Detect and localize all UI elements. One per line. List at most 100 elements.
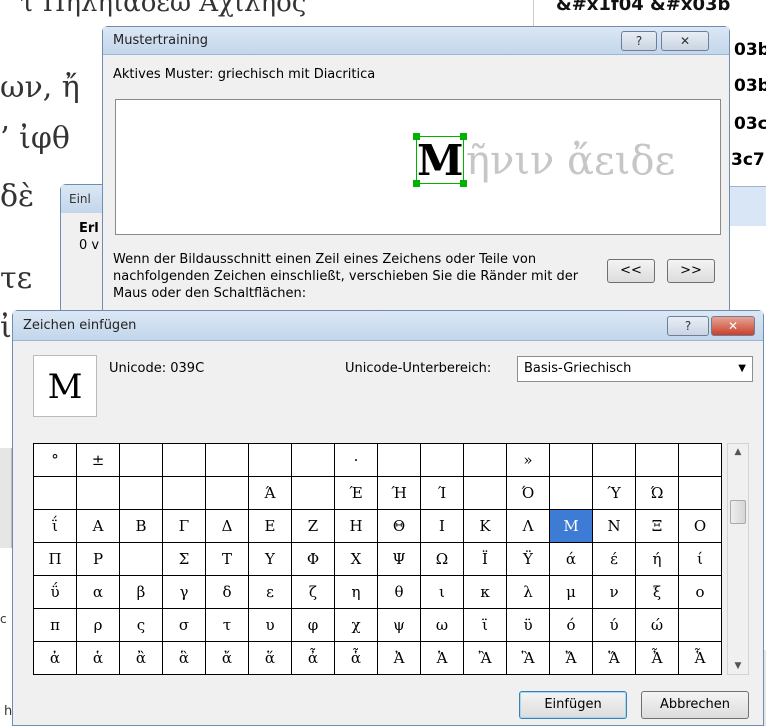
char-cell[interactable]: τ (205, 608, 249, 642)
char-cell[interactable]: ς (119, 608, 163, 642)
char-cell[interactable]: ἀ (33, 641, 77, 675)
char-cell[interactable]: Ο (678, 509, 722, 543)
insert-close-button[interactable]: ✕ (711, 316, 755, 336)
char-cell[interactable]: Ἅ (592, 641, 636, 675)
char-cell[interactable]: ώ (635, 608, 679, 642)
char-cell[interactable]: ἄ (205, 641, 249, 675)
char-cell[interactable]: Ύ (592, 476, 636, 510)
char-cell[interactable]: Ἇ (678, 641, 722, 675)
char-cell[interactable]: ϋ (506, 608, 550, 642)
char-cell[interactable] (291, 476, 335, 510)
char-cell[interactable] (33, 476, 77, 510)
char-cell[interactable]: Ν (592, 509, 636, 543)
char-cell[interactable]: · (334, 443, 378, 477)
char-cell[interactable]: ό (549, 608, 593, 642)
char-cell[interactable]: έ (592, 542, 636, 576)
char-cell[interactable]: χ (334, 608, 378, 642)
mustertraining-close-button[interactable]: ✕ (661, 31, 709, 51)
char-cell[interactable]: κ (463, 575, 507, 609)
char-cell[interactable] (205, 476, 249, 510)
char-cell[interactable]: γ (162, 575, 206, 609)
char-cell[interactable]: ύ (592, 608, 636, 642)
glyph-handle-tr[interactable] (460, 133, 467, 140)
char-cell[interactable] (119, 476, 163, 510)
char-cell[interactable]: ζ (291, 575, 335, 609)
char-cell[interactable]: ΰ (33, 575, 77, 609)
char-cell[interactable]: Υ (248, 542, 292, 576)
char-cell[interactable]: Ώ (635, 476, 679, 510)
mustertraining-help-button[interactable]: ? (621, 31, 657, 51)
char-cell[interactable]: μ (549, 575, 593, 609)
char-cell[interactable]: ἇ (334, 641, 378, 675)
char-cell[interactable] (420, 443, 464, 477)
char-cell[interactable]: ε (248, 575, 292, 609)
char-cell[interactable]: Έ (334, 476, 378, 510)
char-cell[interactable]: Ψ (377, 542, 421, 576)
char-cell[interactable]: Τ (205, 542, 249, 576)
shift-left-button[interactable]: << (607, 259, 655, 283)
char-cell[interactable]: Ἆ (635, 641, 679, 675)
char-cell[interactable]: Ϊ (463, 542, 507, 576)
char-cell[interactable]: » (506, 443, 550, 477)
char-cell[interactable] (678, 476, 722, 510)
char-cell[interactable]: Δ (205, 509, 249, 543)
char-cell[interactable]: ἂ (119, 641, 163, 675)
scroll-up-icon[interactable]: ▲ (728, 444, 748, 460)
char-cell[interactable]: Ρ (76, 542, 120, 576)
glyph-handle-tl[interactable] (413, 133, 420, 140)
char-cell[interactable]: Σ (162, 542, 206, 576)
chevron-down-icon[interactable]: ▼ (738, 363, 746, 374)
char-cell[interactable]: ξ (635, 575, 679, 609)
char-cell[interactable]: θ (377, 575, 421, 609)
char-cell[interactable] (463, 443, 507, 477)
char-cell[interactable]: δ (205, 575, 249, 609)
char-cell[interactable]: Π (33, 542, 77, 576)
char-cell[interactable]: σ (162, 608, 206, 642)
char-cell[interactable]: ν (592, 575, 636, 609)
char-cell[interactable]: Ζ (291, 509, 335, 543)
char-cell[interactable] (678, 443, 722, 477)
char-cell[interactable]: ἃ (162, 641, 206, 675)
char-cell[interactable]: ἁ (76, 641, 120, 675)
char-cell[interactable] (549, 443, 593, 477)
char-cell[interactable]: Φ (291, 542, 335, 576)
glyph-handle-br[interactable] (460, 180, 467, 187)
char-cell[interactable]: ή (635, 542, 679, 576)
char-cell[interactable]: Η (334, 509, 378, 543)
char-cell[interactable] (248, 443, 292, 477)
insert-help-button[interactable]: ? (667, 316, 709, 336)
subrange-select[interactable]: Basis-Griechisch ▼ (517, 356, 753, 382)
char-cell[interactable]: ρ (76, 608, 120, 642)
char-cell[interactable]: Ί (420, 476, 464, 510)
char-cell[interactable] (205, 443, 249, 477)
char-cell[interactable]: ἆ (291, 641, 335, 675)
char-cell[interactable]: ψ (377, 608, 421, 642)
char-cell[interactable]: Θ (377, 509, 421, 543)
char-cell[interactable]: Ή (377, 476, 421, 510)
char-cell[interactable]: π (33, 608, 77, 642)
char-cell[interactable] (377, 443, 421, 477)
char-cell[interactable]: ϊ (463, 608, 507, 642)
char-cell[interactable] (119, 443, 163, 477)
char-cell[interactable]: ω (420, 608, 464, 642)
char-cell[interactable]: η (334, 575, 378, 609)
char-cell[interactable]: Λ (506, 509, 550, 543)
char-cell[interactable] (291, 443, 335, 477)
char-cell[interactable]: Γ (162, 509, 206, 543)
char-cell[interactable] (592, 443, 636, 477)
char-cell[interactable]: α (76, 575, 120, 609)
char-cell[interactable]: ι (420, 575, 464, 609)
char-cell[interactable] (76, 476, 120, 510)
char-cell[interactable]: Ἃ (506, 641, 550, 675)
char-cell[interactable]: υ (248, 608, 292, 642)
char-cell[interactable] (635, 443, 679, 477)
grid-scrollbar[interactable]: ▲ ▼ (727, 443, 749, 675)
char-cell[interactable] (119, 542, 163, 576)
char-cell[interactable] (549, 476, 593, 510)
char-cell[interactable]: Α (76, 509, 120, 543)
char-cell[interactable]: ί (678, 542, 722, 576)
char-cell[interactable]: ά (549, 542, 593, 576)
char-cell[interactable]: Ι (420, 509, 464, 543)
char-cell[interactable]: φ (291, 608, 335, 642)
char-cell[interactable]: Β (119, 509, 163, 543)
